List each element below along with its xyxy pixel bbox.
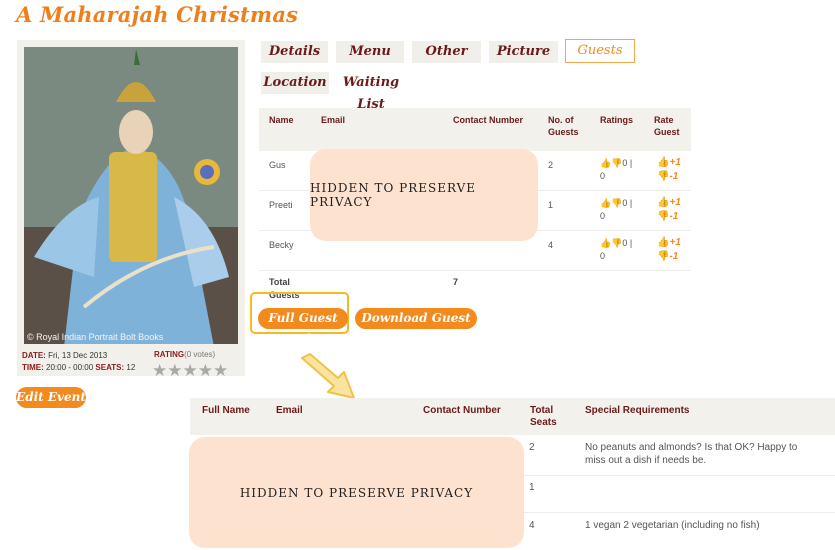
rate-guest[interactable]: 👍+1 👎-1 [657,196,681,224]
maharajah-portrait-image [24,47,238,344]
guest-count: 4 [548,240,554,250]
rating-title: RATING [154,350,185,359]
tab-location[interactable]: Location [261,72,329,94]
page-title: A Maharajah Christmas [16,2,299,27]
rate-guest[interactable]: 👍+1 👎-1 [657,156,681,184]
rating-votes: (0 votes) [184,350,216,359]
tab-menu[interactable]: Menu [336,41,404,63]
event-card: © Royal Indian Portrait Bolt Books DATE:… [17,40,245,380]
guest-name: Gus [269,160,286,170]
thumbs-up-icon[interactable]: 👍 [657,237,669,248]
tab-other[interactable]: Other [412,41,481,63]
full-table-header: Full Name Email Contact Number Total Sea… [190,398,835,435]
guest-ratings: 👍👎0 | 0 [600,237,632,263]
event-meta: DATE: Fri, 13 Dec 2013 TIME: 20:00 - 00:… [22,350,135,374]
col-contact: Contact Number [453,115,524,125]
seats-value: 12 [126,363,136,372]
ratings-count: 0 [600,171,606,181]
col-full-name: Full Name [202,405,250,416]
thumbs-up-icon[interactable]: 👍 [657,157,669,168]
col-ratings: Ratings [600,115,634,125]
date-label: DATE: [22,351,46,360]
tab-picture[interactable]: Picture [489,41,558,63]
privacy-mask: HIDDEN TO PRESERVE PRIVACY [310,149,538,241]
rate-minus[interactable]: -1 [669,211,678,222]
guest-name: Preeti [269,200,293,210]
thumbs-down-icon[interactable]: 👎 [657,251,669,262]
rate-plus[interactable]: +1 [669,237,680,248]
edit-event-button[interactable]: Edit Event [16,387,86,408]
col-special-requirements: Special Requirements [585,405,690,416]
rate-guest[interactable]: 👍+1 👎-1 [657,236,681,264]
total-seats: 1 [529,482,535,493]
event-picture: © Royal Indian Portrait Bolt Books [24,47,238,344]
download-guest-list-button[interactable]: Download Guest List [355,308,477,346]
guest-name: Becky [269,240,294,250]
special-requirements: 1 vegan 2 vegetarian (including no fish) [585,520,760,531]
tab-waiting-list[interactable]: Waiting List [336,72,406,112]
date-value: Fri, 13 Dec 2013 [48,351,108,360]
rate-plus[interactable]: +1 [669,157,680,168]
guest-table-header: Name Email Contact Number No. of Guests … [259,108,691,151]
total-seats: 4 [529,520,535,531]
image-credit: © Royal Indian Portrait Bolt Books [27,332,164,342]
rating-stars[interactable]: ★★★★★ [152,361,228,381]
rate-minus[interactable]: -1 [669,251,678,262]
col-contact: Contact Number [423,405,501,416]
arrow-down-right-icon [301,353,355,399]
col-name: Name [269,115,294,125]
ratings-thumbs: 👍👎0 | [600,198,633,208]
ratings-count: 0 [600,251,606,261]
total-seats: 2 [529,442,535,453]
guest-ratings: 👍👎0 | 0 [600,197,632,223]
ratings-count: 0 [600,211,606,221]
col-email: Email [321,115,346,125]
rate-plus[interactable]: +1 [669,197,680,208]
col-guests: No. of Guests [548,115,579,137]
total-value: 7 [453,277,459,287]
thumbs-up-icon[interactable]: 👍 [657,197,669,208]
guest-count: 2 [548,160,554,170]
ratings-thumbs: 👍👎0 | [600,238,633,248]
guest-ratings: 👍👎0 | 0 [600,157,632,183]
seats-label: SEATS: [95,363,125,372]
rating-label: RATING(0 votes) [154,350,215,359]
col-email: Email [276,405,303,416]
ratings-thumbs: 👍👎0 | [600,158,633,168]
tab-guests[interactable]: Guests [565,39,635,63]
time-value: 20:00 - 00:00 [46,363,94,372]
full-guest-info-button[interactable]: Full Guest Info [258,308,348,346]
col-total-seats: Total Seats [530,405,557,428]
time-label: TIME: [22,363,44,372]
rate-minus[interactable]: -1 [669,171,678,182]
guest-count: 1 [548,200,554,210]
thumbs-down-icon[interactable]: 👎 [657,171,669,182]
col-rate-guest: Rate Guest [654,115,680,137]
tab-details[interactable]: Details [261,41,328,63]
special-requirements: No peanuts and almonds? Is that OK? Happ… [585,442,798,466]
thumbs-down-icon[interactable]: 👎 [657,211,669,222]
privacy-mask: HIDDEN TO PRESERVE PRIVACY [189,437,524,548]
